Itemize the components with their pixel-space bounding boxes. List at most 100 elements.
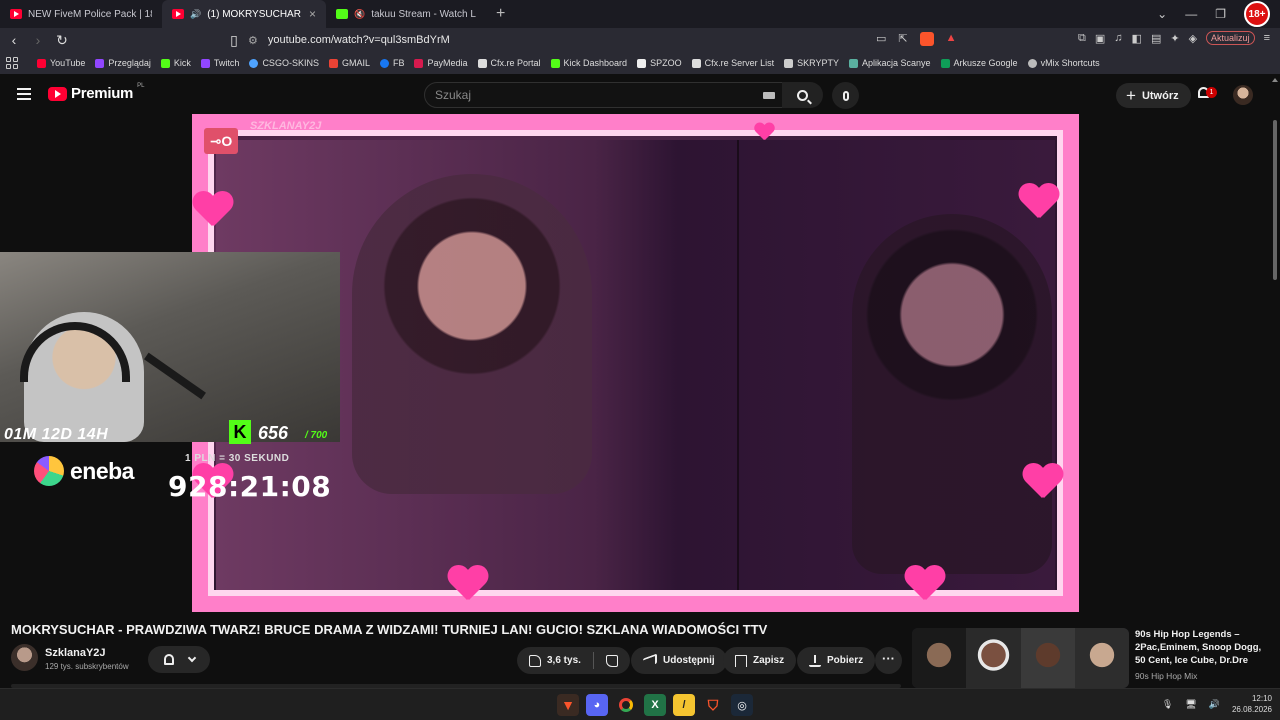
sidebar-icon[interactable]: ◧ <box>1132 32 1142 45</box>
heart-icon <box>1022 464 1062 500</box>
thumbs-up-icon[interactable] <box>529 654 541 667</box>
youtube-premium-logo[interactable]: Premium PL <box>48 83 144 102</box>
recommendation-thumbnail[interactable] <box>912 628 1129 688</box>
subscription-bell-button[interactable] <box>148 646 210 673</box>
voice-search-button[interactable] <box>832 82 859 109</box>
wallet-icon[interactable]: ▤ <box>1151 32 1161 45</box>
user-avatar[interactable] <box>1233 85 1253 105</box>
menu-icon[interactable]: ≡ <box>1264 32 1270 44</box>
speaker-icon: 🔊 <box>190 8 202 19</box>
screenshot-icon[interactable]: ▣ <box>1095 32 1105 45</box>
clock[interactable]: 12:10 26.08.2026 <box>1232 693 1272 715</box>
bookmark-fb[interactable]: FB <box>375 58 410 68</box>
bookmark-paymedia[interactable]: PayMedia <box>409 58 472 68</box>
network-icon[interactable]: 🖥 <box>1185 699 1196 710</box>
extensions-icon[interactable]: ⧉ <box>1078 32 1086 45</box>
create-label: Utwórz <box>1141 89 1179 102</box>
like-count[interactable]: 3,6 tys. <box>547 655 581 666</box>
vpn-icon[interactable]: ◈ <box>1189 32 1197 45</box>
bookmark-skrypty[interactable]: SKRYPTY <box>779 58 844 68</box>
install-app-icon[interactable]: ▭ <box>876 32 886 46</box>
save-button[interactable]: Zapisz <box>723 647 797 674</box>
brave-shield-icon[interactable] <box>919 32 934 46</box>
close-tab-icon[interactable]: × <box>309 7 316 21</box>
bookmark-vmix[interactable]: vMix Shortcuts <box>1023 58 1105 68</box>
tab-search-chevron-icon[interactable]: ⌄ <box>1157 7 1167 21</box>
windows-start-icon[interactable] <box>530 696 548 714</box>
thumbs-down-icon[interactable] <box>605 654 618 667</box>
minimize-icon[interactable]: — <box>1185 7 1197 21</box>
bookmark-twitch[interactable]: Twitch <box>196 58 245 68</box>
facebook-icon <box>379 58 389 68</box>
bell-icon <box>163 654 174 665</box>
bookmark-cfx-portal[interactable]: Cfx.re Portal <box>473 58 546 68</box>
volume-icon[interactable]: 🔊 <box>1209 699 1220 710</box>
recommendation-channel[interactable]: 90s Hip Hop Mix <box>1135 671 1197 681</box>
restore-icon[interactable]: ❐ <box>1215 7 1226 21</box>
sticky-notes-icon[interactable]: / <box>673 694 695 716</box>
page-scrollbar[interactable] <box>1270 76 1280 688</box>
kick-sub-goal: / 700 <box>305 430 328 441</box>
share-button[interactable]: Udostępnij <box>631 647 727 674</box>
bookmark-cfx-server-list[interactable]: Cfx.re Server List <box>687 58 780 68</box>
forward-icon[interactable]: › <box>28 32 48 48</box>
channel-name[interactable]: SzklanaY2J <box>45 647 106 659</box>
kick-icon <box>550 58 560 68</box>
scroll-up-icon[interactable] <box>1272 78 1278 82</box>
bookmark-label: PayMedia <box>427 58 468 68</box>
recommendation-title[interactable]: 90s Hip Hop Legends – 2Pac,Eminem, Snoop… <box>1135 628 1265 667</box>
mic-arm <box>144 352 206 400</box>
chrome-icon[interactable] <box>615 694 637 716</box>
tab-fivem[interactable]: NEW FiveM Police Pack | 18 Custom V <box>0 0 162 28</box>
brave-shield-icon[interactable]: ⛉ <box>702 694 724 716</box>
channel-avatar[interactable] <box>11 644 38 671</box>
bookmark-arkusze[interactable]: Arkusze Google <box>936 58 1023 68</box>
tab-takuu[interactable]: 🔇 takuu Stream - Watch Live on Kic <box>326 0 486 28</box>
tab-label: (1) MOKRYSUCHAR - PRAWD <box>207 8 303 20</box>
share-page-icon[interactable]: ⇱ <box>898 32 907 46</box>
reload-icon[interactable]: ↻ <box>52 32 72 49</box>
update-button[interactable]: Aktualizuj <box>1206 31 1255 45</box>
bookmark-przegladaj[interactable]: Przeglądaj <box>90 58 156 68</box>
search-button[interactable] <box>782 82 823 108</box>
bookmark-csgo-skins[interactable]: CSGO-SKINS <box>244 58 324 68</box>
media-icon[interactable]: ♫ <box>1114 32 1122 44</box>
bookmark-youtube[interactable]: YouTube <box>32 58 90 68</box>
bookmark-kick-dashboard[interactable]: Kick Dashboard <box>546 58 633 68</box>
bookmark-gmail[interactable]: GMAIL <box>324 58 375 68</box>
heart-icon <box>1018 184 1058 220</box>
browser-tab-bar: NEW FiveM Police Pack | 18 Custom V 🔊 (1… <box>0 0 1280 28</box>
brave-rewards-icon[interactable]: ▲ <box>946 32 957 46</box>
menu-hamburger-icon[interactable] <box>17 88 31 100</box>
profile-avatar[interactable]: 18+ <box>1244 1 1270 27</box>
back-icon[interactable]: ‹ <box>4 32 24 48</box>
clock-time: 12:10 <box>1251 694 1272 703</box>
scrollbar-thumb[interactable] <box>1273 120 1277 280</box>
discord-icon[interactable]: ◕ <box>586 694 608 716</box>
microphone-icon <box>842 90 849 101</box>
bookmark-spzoo[interactable]: SPZOO <box>632 58 687 68</box>
share-icon <box>643 652 657 669</box>
brave-browser-icon[interactable]: ▼ <box>557 694 579 716</box>
tab-mokrysuchar[interactable]: 🔊 (1) MOKRYSUCHAR - PRAWD × <box>162 0 326 28</box>
image-icon <box>784 58 794 68</box>
new-tab-button[interactable]: + <box>486 5 515 23</box>
site-info-icon[interactable]: ⚙ <box>248 34 258 47</box>
bookmark-kick[interactable]: Kick <box>156 58 196 68</box>
create-button[interactable]: + Utwórz <box>1116 83 1191 108</box>
logo-text: Premium <box>71 85 134 102</box>
bookmark-scanye[interactable]: Aplikacja Scanye <box>844 58 936 68</box>
keyboard-icon[interactable] <box>763 92 775 99</box>
excel-icon[interactable]: X <box>644 694 666 716</box>
microphone-icon[interactable]: 🎙 <box>1162 699 1173 710</box>
url-field[interactable]: ⚙ youtube.com/watch?v=qul3smBdYrM <box>240 30 962 50</box>
search-input[interactable] <box>425 83 725 107</box>
more-actions-button[interactable]: ··· <box>875 647 902 674</box>
bookmark-label: Cfx.re Server List <box>704 58 775 68</box>
download-button[interactable]: Pobierz <box>797 647 876 674</box>
apps-grid-icon[interactable] <box>6 57 18 69</box>
steam-icon[interactable]: ◎ <box>731 694 753 716</box>
mute-icon: 🔇 <box>354 8 366 19</box>
like-dislike-group: 3,6 tys. <box>517 647 630 674</box>
leo-icon[interactable]: ✦ <box>1170 32 1179 45</box>
